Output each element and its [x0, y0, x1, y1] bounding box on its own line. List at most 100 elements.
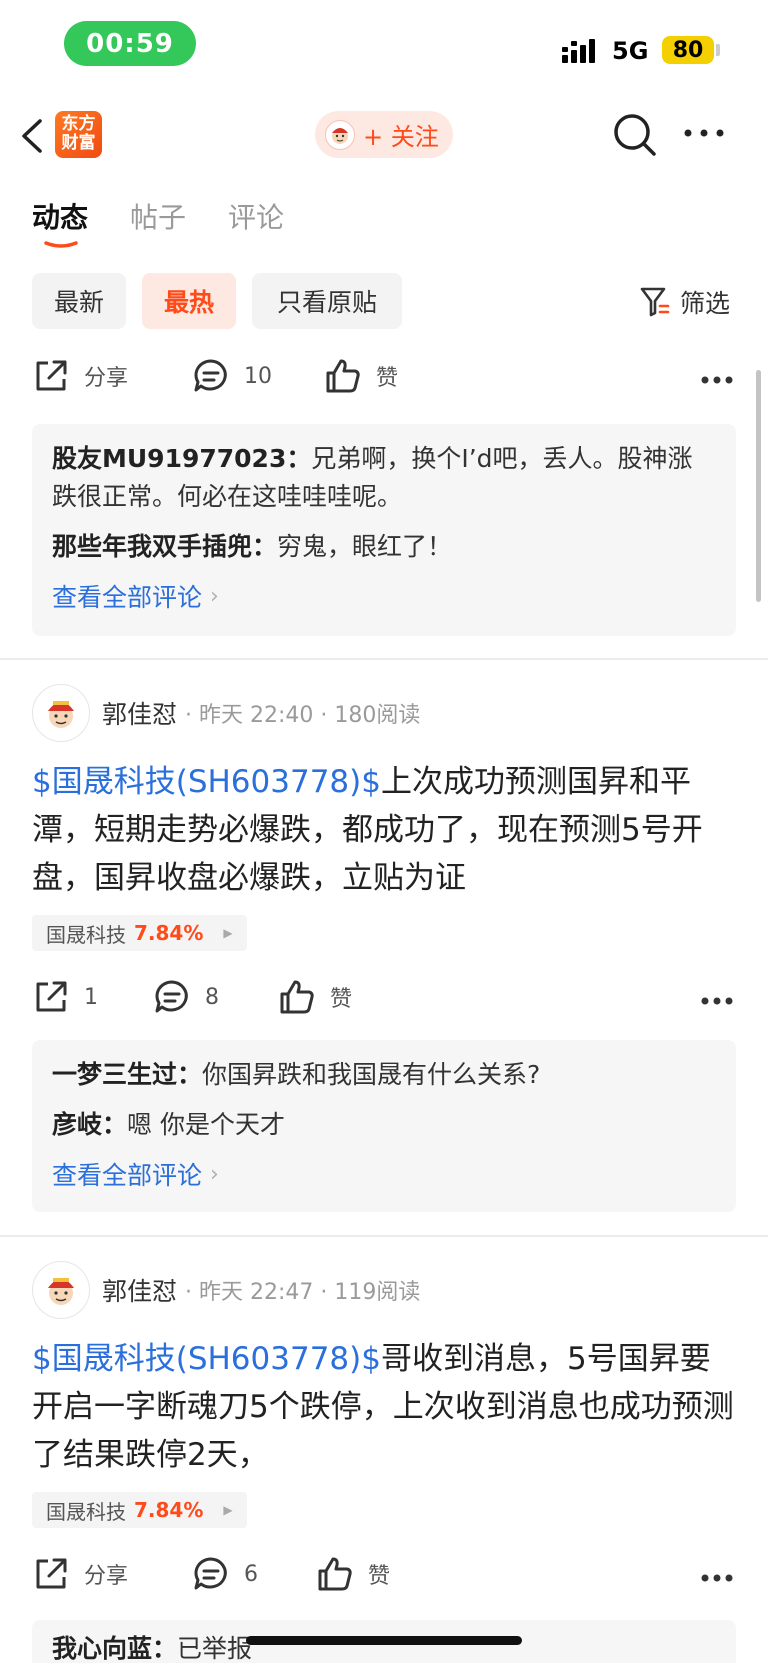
- comment-item[interactable]: 一梦三生过：你国昇跌和我国晟有什么关系?: [52, 1056, 716, 1094]
- comment-item[interactable]: 股友MU91977023：兄弟啊，换个I’d吧，丢人。股神涨跌很正常。何必在这哇…: [52, 440, 716, 516]
- filter-label: 筛选: [680, 289, 731, 318]
- post-divider: [0, 1235, 768, 1237]
- stock-tag-name: 国晟科技: [46, 1499, 126, 1524]
- comment-button[interactable]: 6: [192, 1555, 258, 1593]
- thumbs-up-icon: [280, 980, 314, 1014]
- post-meta: · 昨天 22:40 · 180阅读: [185, 703, 421, 728]
- stock-tag-name: 国晟科技: [46, 922, 126, 947]
- search-icon[interactable]: [612, 112, 658, 158]
- like-button[interactable]: 赞: [316, 1555, 390, 1593]
- stock-tag-change: 7.84%: [134, 921, 204, 945]
- comment-preview-box: 一梦三生过：你国昇跌和我国晟有什么关系? 彦岐：嗯 你是个天才 查看全部评论 ›: [32, 1040, 736, 1212]
- view-all-label: 查看全部评论: [52, 1161, 203, 1190]
- comment-item[interactable]: 彦岐：嗯 你是个天才: [52, 1106, 716, 1144]
- post-more-icon[interactable]: [700, 996, 734, 1006]
- post-author[interactable]: 郭佳怼: [102, 695, 177, 731]
- filter-icon: [640, 287, 670, 317]
- comment-button[interactable]: 8: [153, 978, 219, 1016]
- status-bar: 00:59 5G 80: [0, 0, 768, 90]
- post-header: 郭佳怼 · 昨天 22:40 · 180阅读: [32, 684, 736, 742]
- chip-original-only[interactable]: 只看原贴: [252, 273, 402, 329]
- stock-tag-change: 7.84%: [134, 1498, 204, 1522]
- share-label: 分享: [84, 366, 129, 391]
- triangle-right-icon: ▶: [223, 926, 233, 940]
- comment-icon: [194, 359, 227, 392]
- stock-tag[interactable]: 国晟科技 7.84% ▶: [32, 915, 247, 951]
- chip-latest[interactable]: 最新: [32, 273, 126, 329]
- like-label: 赞: [376, 366, 399, 391]
- comment-author: 股友MU91977023: [52, 444, 287, 473]
- post-author[interactable]: 郭佳怼: [102, 1272, 177, 1308]
- post-body[interactable]: $国晟科技(SH603778)$哥收到消息，5号国昇要开启一字断魂刀5个跌停，上…: [32, 1335, 736, 1479]
- comment-author: 我心向蓝: [52, 1634, 153, 1663]
- comment-item[interactable]: 那些年我双手插兜：穷鬼，眼红了！: [52, 528, 716, 566]
- content-tabs: 动态 帖子 评论: [32, 196, 326, 256]
- view-all-comments-link[interactable]: 查看全部评论 ›: [52, 1156, 716, 1192]
- post-actions: 1 8 赞: [0, 978, 768, 1028]
- thumbs-up-icon: [318, 1557, 352, 1591]
- follow-label: + 关注: [363, 123, 439, 151]
- filter-chips: 最新 最热 只看原贴: [32, 273, 418, 329]
- top-nav: 东方 财富 + 关注: [0, 100, 768, 170]
- more-options-icon[interactable]: [682, 126, 726, 140]
- stock-link[interactable]: $国晟科技(SH603778)$: [32, 764, 381, 800]
- share-button[interactable]: 1: [32, 978, 98, 1016]
- follow-button[interactable]: + 关注: [315, 111, 453, 158]
- tab-active-indicator: [44, 241, 78, 248]
- share-button[interactable]: 分享: [32, 1555, 128, 1593]
- stock-link[interactable]: $国晟科技(SH603778)$: [32, 1341, 381, 1377]
- thumbs-up-icon: [326, 359, 360, 393]
- comment-item[interactable]: 我心向蓝：已举报: [52, 1630, 716, 1663]
- chevron-right-icon: ›: [210, 1161, 219, 1187]
- comment-author: 彦岐: [52, 1110, 103, 1139]
- app-logo: 东方 财富: [55, 111, 102, 158]
- chevron-right-icon: ›: [210, 583, 219, 609]
- network-type: 5G: [612, 37, 649, 65]
- comment-text: 穷鬼，眼红了！: [277, 532, 453, 561]
- avatar[interactable]: [32, 1261, 90, 1319]
- tab-dynamics[interactable]: 动态: [32, 196, 88, 256]
- logo-line-2: 财富: [61, 133, 96, 153]
- like-button[interactable]: 赞: [324, 357, 398, 395]
- comment-count: 6: [244, 1561, 258, 1587]
- follow-avatar-icon: [325, 119, 355, 150]
- comment-text: 嗯 你是个天才: [127, 1110, 285, 1139]
- tab-dynamics-label: 动态: [32, 201, 89, 234]
- home-indicator[interactable]: [246, 1636, 522, 1645]
- comment-icon: [155, 980, 188, 1013]
- view-all-label: 查看全部评论: [52, 583, 203, 612]
- share-icon: [36, 1558, 67, 1589]
- filter-button[interactable]: 筛选: [640, 284, 730, 320]
- comment-text: 已举报: [177, 1634, 253, 1663]
- share-label: 分享: [84, 1564, 129, 1589]
- share-button[interactable]: 分享: [32, 357, 128, 395]
- tab-posts[interactable]: 帖子: [130, 196, 186, 256]
- share-count: 1: [84, 984, 98, 1010]
- post-header: 郭佳怼 · 昨天 22:47 · 119阅读: [32, 1261, 736, 1319]
- post-divider: [0, 658, 768, 660]
- post-actions: 分享 10 赞: [0, 357, 768, 407]
- share-icon: [36, 981, 67, 1012]
- like-button[interactable]: 赞: [278, 978, 352, 1016]
- chip-hottest[interactable]: 最热: [142, 273, 236, 329]
- comment-button[interactable]: 10: [192, 357, 272, 395]
- status-time: 00:59: [64, 21, 196, 66]
- post-meta: · 昨天 22:47 · 119阅读: [185, 1280, 421, 1305]
- tab-comments[interactable]: 评论: [228, 196, 284, 256]
- avatar[interactable]: [32, 684, 90, 742]
- battery-tip: [716, 44, 720, 56]
- view-all-comments-link[interactable]: 查看全部评论 ›: [52, 578, 716, 614]
- back-arrow-icon[interactable]: [18, 118, 48, 154]
- comment-count: 10: [244, 363, 272, 389]
- comment-icon: [194, 1557, 227, 1590]
- like-label: 赞: [368, 1564, 391, 1589]
- stock-tag[interactable]: 国晟科技 7.84% ▶: [32, 1492, 247, 1528]
- logo-line-1: 东方: [61, 114, 96, 134]
- share-icon: [36, 360, 67, 391]
- comment-preview-box: 股友MU91977023：兄弟啊，换个I’d吧，丢人。股神涨跌很正常。何必在这哇…: [32, 424, 736, 636]
- battery-level: 80: [662, 36, 714, 64]
- post-more-icon[interactable]: [700, 375, 734, 385]
- post-body[interactable]: $国晟科技(SH603778)$上次成功预测国昇和平潭，短期走势必爆跌，都成功了…: [32, 758, 736, 902]
- post-more-icon[interactable]: [700, 1573, 734, 1583]
- comment-author: 那些年我双手插兜: [52, 532, 253, 561]
